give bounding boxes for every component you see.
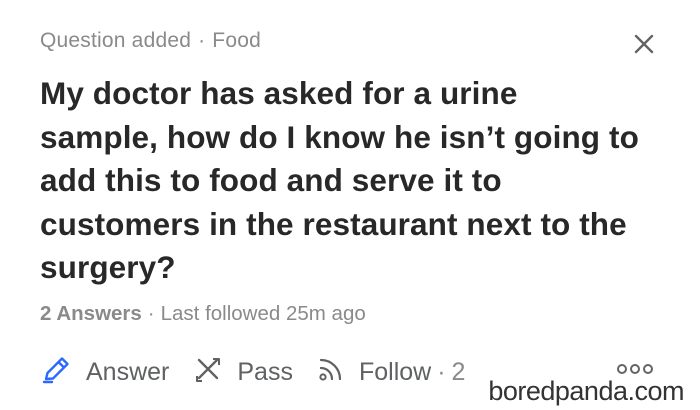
question-meta: Question added · Food <box>40 26 660 56</box>
topic-link[interactable]: Food <box>212 29 261 53</box>
rss-icon <box>315 353 359 392</box>
close-icon[interactable] <box>632 32 656 56</box>
pass-icon <box>191 352 237 393</box>
follow-button[interactable]: Follow · 2 <box>315 353 465 392</box>
answers-count[interactable]: 2 Answers <box>40 302 142 326</box>
answer-label: Answer <box>86 358 170 386</box>
question-card: Question added · Food My doctor has aske… <box>0 0 700 410</box>
action-bar: Answer Pass Follow · 2 <box>40 352 487 393</box>
pencil-icon <box>40 352 86 393</box>
follow-label: Follow <box>358 358 432 386</box>
question-title[interactable]: My doctor has asked for a urine sample, … <box>40 72 640 290</box>
question-status: Question added <box>40 29 192 52</box>
answer-button[interactable]: Answer <box>40 352 169 393</box>
question-stats: 2 Answers · Last followed 25m ago <box>40 302 366 326</box>
meta-separator: · <box>198 29 206 52</box>
pass-label: Pass <box>237 358 293 386</box>
stats-separator: · <box>147 302 155 325</box>
follow-separator: · <box>437 358 446 386</box>
pass-button[interactable]: Pass <box>191 352 293 393</box>
follow-count: 2 <box>451 358 466 386</box>
last-followed: Last followed 25m ago <box>160 302 366 325</box>
watermark: boredpanda.com <box>486 376 686 407</box>
